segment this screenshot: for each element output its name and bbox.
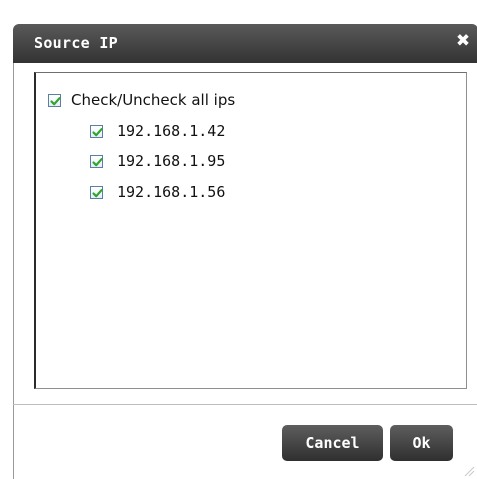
ip-list-item[interactable]: 192.168.1.95: [90, 151, 225, 171]
footer-divider: [13, 404, 477, 405]
checkmark-icon: [92, 188, 103, 197]
ip-label: 192.168.1.95: [117, 152, 226, 170]
checkmark-icon: [92, 127, 103, 136]
ip-checkbox[interactable]: [90, 185, 103, 199]
resize-grip-icon[interactable]: [463, 465, 475, 477]
ip-checkbox[interactable]: [90, 124, 103, 138]
ip-checkbox[interactable]: [90, 154, 103, 168]
checkmark-icon: [92, 157, 103, 166]
close-icon[interactable]: ✖: [454, 32, 472, 50]
ip-label: 192.168.1.56: [117, 183, 226, 201]
ip-list-box: Check/Uncheck all ips 192.168.1.42 192.1…: [34, 72, 467, 389]
dialog-title: Source IP: [34, 34, 118, 52]
check-all-checkbox[interactable]: [48, 93, 61, 107]
ip-label: 192.168.1.42: [117, 122, 226, 140]
check-all-label: Check/Uncheck all ips: [71, 91, 236, 109]
dialog-titlebar[interactable]: Source IP ✖: [13, 24, 477, 63]
ip-list-item[interactable]: 192.168.1.56: [90, 182, 225, 202]
cancel-button[interactable]: Cancel: [282, 425, 383, 461]
dialog-left-border: [13, 63, 14, 479]
checkmark-icon: [50, 96, 61, 105]
ip-list-item[interactable]: 192.168.1.42: [90, 121, 225, 141]
check-all-row[interactable]: Check/Uncheck all ips: [48, 90, 235, 110]
source-ip-dialog: Source IP ✖ Check/Uncheck all ips 192.16…: [0, 0, 477, 479]
ok-button[interactable]: Ok: [390, 425, 453, 461]
